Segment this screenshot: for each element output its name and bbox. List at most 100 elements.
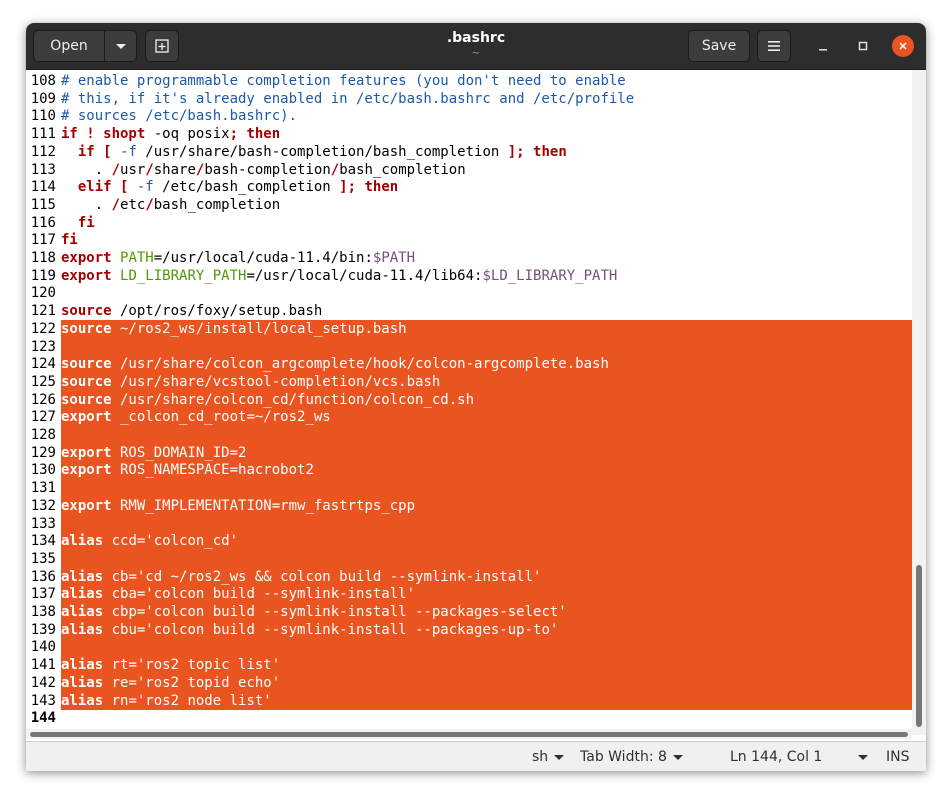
code-line[interactable]: 128 [26, 426, 926, 444]
line-text: source ~/ros2_ws/install/local_setup.bas… [61, 319, 913, 338]
line-text [61, 337, 913, 356]
code-line[interactable]: 115 . /etc/bash_completion [26, 196, 926, 214]
insert-mode-label: INS [886, 749, 910, 765]
code-token: export [61, 267, 112, 284]
insert-mode-indicator[interactable]: INS [886, 749, 910, 765]
code-line[interactable]: 144 [26, 709, 926, 727]
code-token: export [61, 444, 112, 461]
code-line[interactable]: 116 fi [26, 214, 926, 232]
line-number: 135 [30, 550, 56, 567]
status-bar: sh Tab Width: 8 Ln 144, Col 1 INS [26, 741, 926, 771]
hamburger-menu-button[interactable] [757, 30, 791, 62]
line-text: source /opt/ros/foxy/setup.bash [61, 302, 322, 320]
code-token: fi [61, 232, 78, 249]
window-subtitle: ~ [471, 48, 481, 59]
line-number: 123 [30, 338, 56, 355]
code-line[interactable]: 139 alias cbu='colcon build --symlink-ins… [26, 620, 926, 639]
code-line[interactable]: 108 # enable programmable completion feat… [26, 72, 926, 90]
minimize-button[interactable] [812, 35, 834, 57]
code-token: source [61, 303, 112, 320]
maximize-button[interactable] [852, 35, 874, 57]
code-line[interactable]: 114 elif [ -f /etc/bash_completion ]; th… [26, 178, 926, 196]
code-line[interactable]: 129 export ROS_DOMAIN_ID=2 [26, 443, 926, 462]
line-text: export ROS_DOMAIN_ID=2 [61, 443, 913, 462]
code-line[interactable]: 121 source /opt/ros/foxy/setup.bash [26, 302, 926, 320]
code-line[interactable]: 111 if ! shopt -oq posix; then [26, 125, 926, 143]
line-text: . /etc/bash_completion [61, 196, 280, 214]
code-token: _colcon_cd_root=~/ros2_ws [111, 409, 331, 426]
line-number: 112 [30, 143, 56, 160]
code-line[interactable]: 125 source /usr/share/vcstool-completion/… [26, 372, 926, 391]
code-line[interactable]: 120 [26, 284, 926, 302]
code-line[interactable]: 131 [26, 479, 926, 498]
code-token: export [61, 462, 112, 479]
line-text: elif [ -f /etc/bash_completion ]; then [61, 178, 398, 196]
code-token: =/usr/local/cuda-11.4/bin: [153, 250, 373, 266]
save-button[interactable]: Save [688, 30, 750, 62]
code-token: $PATH [372, 250, 416, 266]
text-editor-area[interactable]: 108 # enable programmable completion feat… [26, 70, 926, 735]
code-token: ]; then [507, 143, 567, 160]
line-number: 116 [30, 214, 56, 231]
code-line[interactable]: 126 source /usr/share/colcon_cd/function/… [26, 390, 926, 409]
code-token: =/usr/local/cuda-11.4/lib64: [246, 267, 483, 284]
code-line[interactable]: 113 . /usr/share/bash-completion/bash_co… [26, 161, 926, 179]
code-line[interactable]: 119 export LD_LIBRARY_PATH=/usr/local/cud… [26, 267, 926, 285]
code-token: alias [61, 657, 104, 674]
code-line[interactable]: 138 alias cbp='colcon build --symlink-ins… [26, 603, 926, 621]
window-title: .bashrc [446, 30, 506, 46]
code-line[interactable]: 110 # sources /etc/bash.bashrc). [26, 107, 926, 125]
line-text [61, 514, 913, 533]
close-button[interactable] [892, 35, 914, 57]
header-bar: Open .bashrc ~ Save [26, 23, 926, 70]
tab-width-selector[interactable]: Tab Width: 8 [580, 749, 683, 765]
code-line[interactable]: 134 alias ccd='colcon_cd' [26, 532, 926, 551]
code-line[interactable]: 122 source ~/ros2_ws/install/local_setup.… [26, 319, 926, 338]
line-text: alias cbu='colcon build --symlink-instal… [61, 620, 913, 639]
code-token: source [61, 391, 112, 408]
vertical-scrollbar-thumb[interactable] [916, 565, 922, 727]
code-line[interactable]: 109 # this, if it's already enabled in /e… [26, 90, 926, 108]
horizontal-scrollbar-thumb[interactable] [30, 732, 908, 737]
maximize-icon [858, 41, 868, 51]
code-token: . [61, 196, 112, 213]
line-text: if ! shopt -oq posix; then [61, 125, 280, 143]
chevron-down-icon [672, 754, 683, 760]
line-text: export PATH=/usr/local/cuda-11.4/bin:$PA… [61, 249, 415, 267]
line-number: 134 [30, 533, 56, 550]
cursor-position-selector[interactable]: Ln 144, Col 1 [730, 749, 869, 765]
code-line[interactable]: 137 alias cba='colcon build --symlink-ins… [26, 585, 926, 604]
code-line[interactable]: 136 alias cb='cd ~/ros2_ws && colcon buil… [26, 567, 926, 586]
code-token: cb='cd ~/ros2_ws && colcon build --symli… [103, 568, 542, 585]
code-token: rn='ros2 node list' [103, 692, 272, 709]
code-line[interactable]: 142 alias re='ros2 topid echo' [26, 673, 926, 692]
code-token: ~/ros2_ws/install/local_setup.bash [111, 320, 407, 337]
language-selector[interactable]: sh [532, 749, 565, 765]
code-token: cbu='colcon build --symlink-install --pa… [103, 621, 559, 638]
code-line[interactable]: 127 export _colcon_cd_root=~/ros2_ws [26, 408, 926, 427]
code-line[interactable]: 124 source /usr/share/colcon_argcomplete/… [26, 355, 926, 374]
line-number: 136 [30, 568, 56, 585]
code-token: re='ros2 topid echo' [103, 674, 281, 691]
vertical-scrollbar[interactable] [912, 70, 926, 735]
code-line[interactable]: 133 [26, 514, 926, 533]
save-button-label: Save [701, 38, 737, 54]
code-token: alias [61, 533, 104, 550]
code-line[interactable]: 118 export PATH=/usr/local/cuda-11.4/bin:… [26, 249, 926, 267]
code-line[interactable]: 135 [26, 549, 926, 568]
code-line[interactable]: 112 if [ -f /usr/share/bash-completion/b… [26, 143, 926, 161]
code-line[interactable]: 140 [26, 638, 926, 657]
code-line[interactable]: 123 [26, 337, 926, 356]
code-line[interactable]: 117 fi [26, 231, 926, 249]
code-line[interactable]: 132 export RMW_IMPLEMENTATION=rmw_fastrtp… [26, 496, 926, 515]
line-number: 137 [30, 586, 56, 603]
code-line[interactable]: 141 alias rt='ros2 topic list' [26, 656, 926, 675]
horizontal-scrollbar[interactable] [26, 729, 912, 739]
code-line[interactable]: 130 export ROS_NAMESPACE=hacrobot2 [26, 461, 926, 480]
line-number: 130 [30, 462, 56, 479]
line-text: source /usr/share/vcstool-completion/vcs… [61, 372, 913, 391]
code-line[interactable]: 143 alias rn='ros2 node list' [26, 691, 926, 710]
